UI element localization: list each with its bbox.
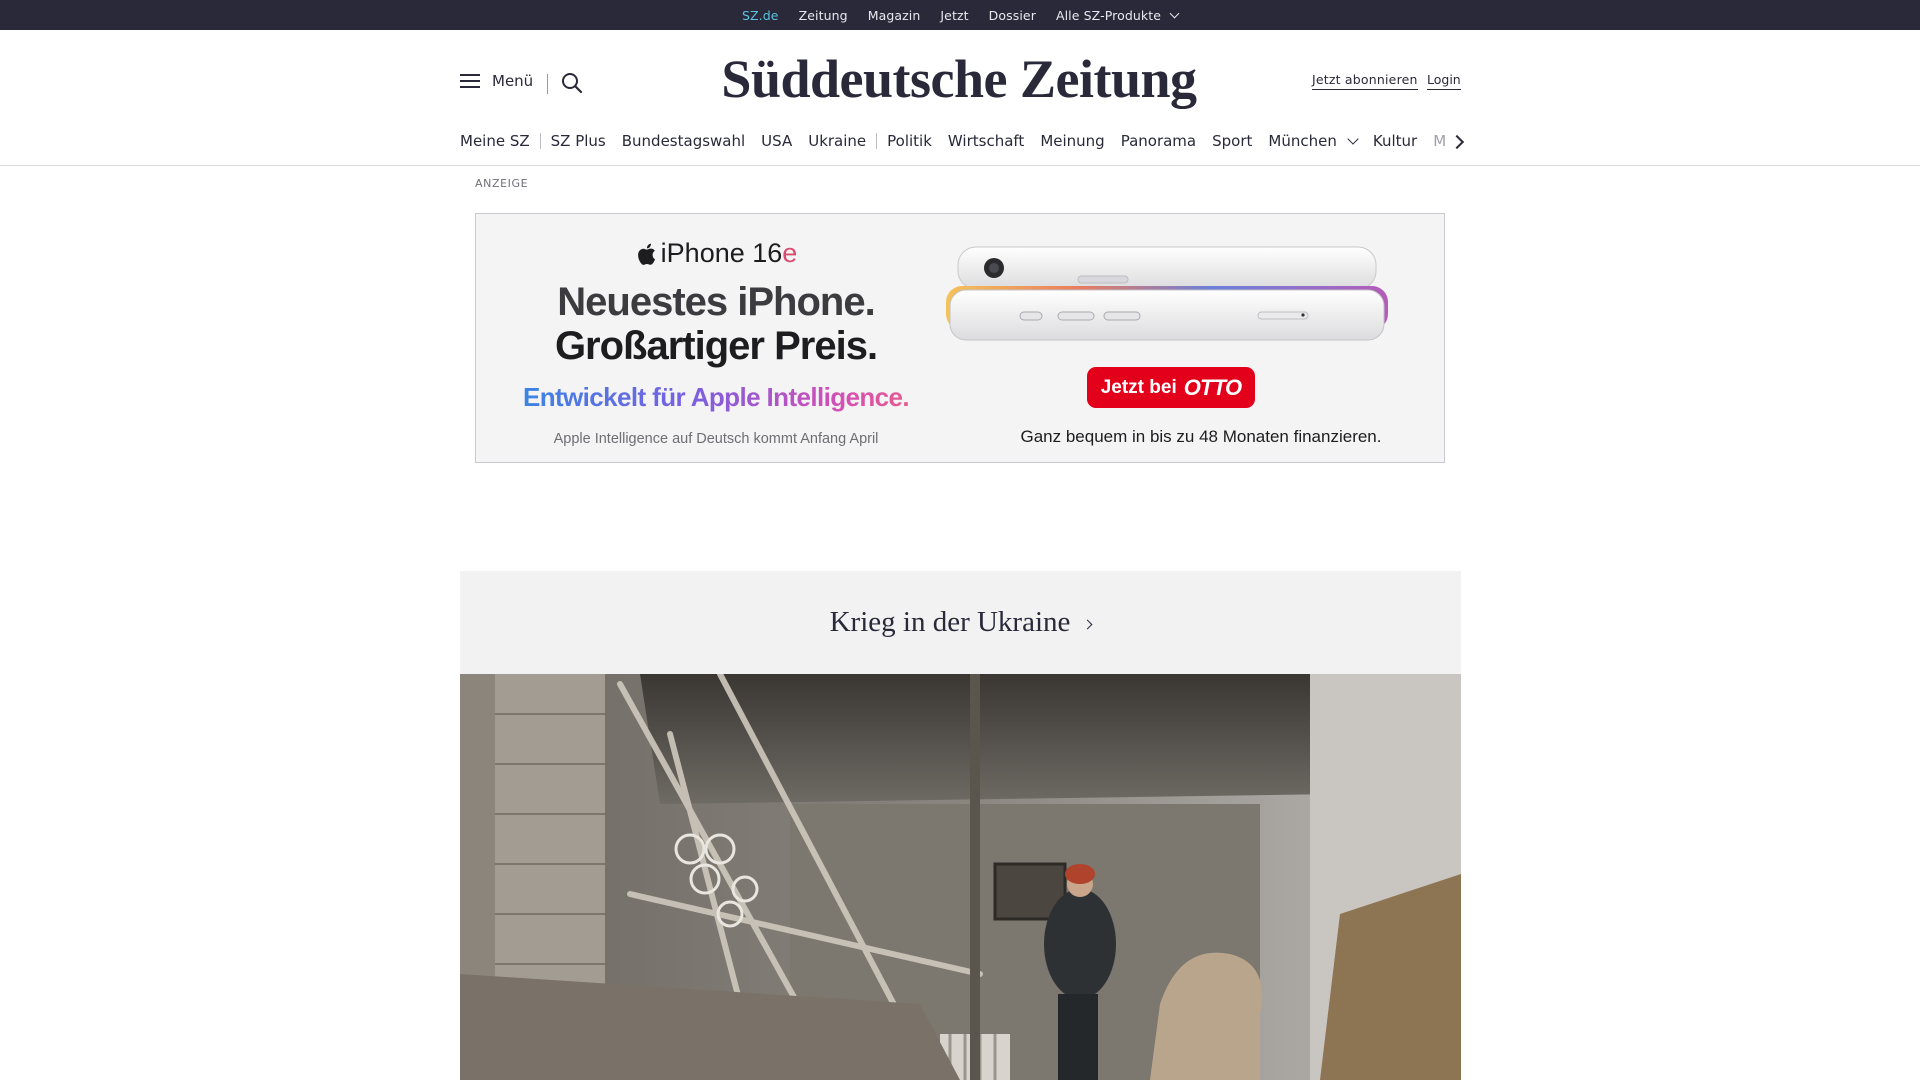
menu-label: Menü: [492, 72, 534, 90]
topbar-link-alle-produkte[interactable]: Alle SZ-Produkte: [1046, 8, 1188, 23]
nav-item-usa[interactable]: USA: [753, 132, 800, 150]
nav-item-politik[interactable]: Politik: [879, 132, 940, 150]
top-utility-links: SZ.de Zeitung Magazin Jetzt Dossier Alle…: [0, 0, 1920, 34]
ad-left-panel: iPhone 16e Neuestes iPhone. Großartiger …: [476, 214, 956, 462]
phone-product-image: [946, 246, 1388, 341]
main-navigation: Meine SZ SZ Plus Bundestagswahl USA Ukra…: [460, 126, 1461, 156]
ad-product-base: iPhone 16: [660, 238, 783, 268]
topic-header[interactable]: Krieg in der Ukraine: [460, 571, 1461, 674]
otto-logo: OTTO: [1183, 374, 1242, 400]
nav-item-wirtschaft[interactable]: Wirtschaft: [940, 132, 1032, 150]
site-header: Menü Süddeutsche Zeitung Jetzt abonniere…: [0, 30, 1920, 166]
topbar-link-magazin[interactable]: Magazin: [858, 8, 931, 23]
top-utility-bar: SZ.de Zeitung Magazin Jetzt Dossier Alle…: [0, 0, 1920, 34]
hamburger-icon: [460, 73, 480, 89]
ad-footnote: Apple Intelligence auf Deutsch kommt Anf…: [553, 431, 879, 447]
nav-item-muenchen[interactable]: München: [1260, 132, 1364, 150]
nav-item-sz-plus[interactable]: SZ Plus: [543, 132, 614, 150]
nav-scroll-right-button[interactable]: [1448, 131, 1466, 151]
article-hero-image[interactable]: [460, 674, 1461, 1080]
ad-finance-text: Ganz bequem in bis zu 48 Monaten finanzi…: [1020, 427, 1382, 446]
nav-item-sport[interactable]: Sport: [1204, 132, 1260, 150]
ad-product-text: iPhone 16e: [661, 238, 798, 269]
ad-headline: Neuestes iPhone. Großartiger Preis.: [476, 280, 956, 368]
chevron-down-icon: [1169, 8, 1180, 18]
ad-cta-button[interactable]: Jetzt bei OTTO: [1087, 367, 1255, 408]
ad-product-name: iPhone 16e: [476, 238, 956, 269]
site-logo[interactable]: Süddeutsche Zeitung: [716, 44, 1202, 114]
login-link[interactable]: Login: [1427, 72, 1461, 90]
topbar-link-dossier[interactable]: Dossier: [979, 8, 1046, 23]
ad-label: ANZEIGE: [475, 177, 529, 190]
alle-produkte-label: Alle SZ-Produkte: [1055, 7, 1162, 23]
nav-item-muenchen-label: München: [1268, 132, 1337, 150]
topbar-link-zeitung[interactable]: Zeitung: [789, 8, 858, 23]
nav-item-meinung[interactable]: Meinung: [1032, 132, 1112, 150]
nav-item-bundestagswahl[interactable]: Bundestagswahl: [614, 132, 753, 150]
apple-logo-icon: [637, 243, 655, 265]
ad-banner[interactable]: iPhone 16e Neuestes iPhone. Großartiger …: [475, 213, 1445, 463]
header-divider: [547, 74, 548, 94]
chevron-down-icon: [1347, 132, 1359, 145]
ad-product-suffix: e: [782, 238, 798, 268]
nav-divider: [876, 133, 878, 149]
nav-item-meine-sz[interactable]: Meine SZ: [460, 132, 538, 150]
subscribe-link[interactable]: Jetzt abonnieren: [1312, 72, 1418, 90]
topic-title: Krieg in der Ukraine: [829, 606, 1071, 638]
menu-button[interactable]: Menü: [460, 72, 533, 90]
hero-photo: [460, 674, 1461, 1080]
search-button[interactable]: [560, 71, 584, 95]
nav-divider: [539, 133, 541, 149]
topbar-link-jetzt[interactable]: Jetzt: [930, 8, 978, 23]
chevron-right-icon: [1082, 619, 1093, 630]
nav-item-ukraine[interactable]: Ukraine: [800, 132, 874, 150]
topbar-link-sz-de[interactable]: SZ.de: [732, 8, 789, 34]
ad-headline-line1: Neuestes iPhone.: [557, 280, 875, 324]
ad-cta-label: Jetzt bei: [1100, 376, 1177, 398]
ad-tagline: Entwickelt für Apple Intelligence.: [476, 382, 956, 413]
search-icon: [562, 73, 583, 94]
ad-headline-line2: Großartiger Preis.: [554, 324, 878, 368]
nav-item-kultur[interactable]: Kultur: [1365, 132, 1425, 150]
nav-item-panorama[interactable]: Panorama: [1113, 132, 1204, 150]
